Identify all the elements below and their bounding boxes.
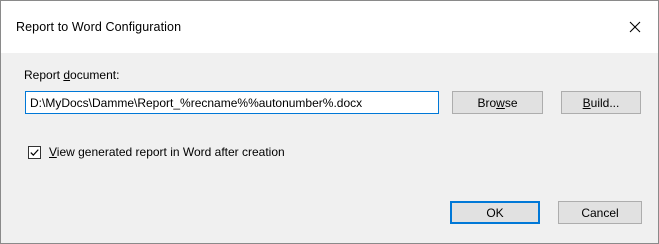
report-document-input[interactable] [25,91,439,114]
ok-button[interactable]: OK [450,201,540,224]
browse-mnemonic: w [496,95,505,110]
view-report-checkbox[interactable] [28,145,41,159]
build-button[interactable]: Build... [561,91,641,114]
browse-button[interactable]: Bro w se [452,91,543,114]
close-icon [629,21,641,33]
checkmark-icon [30,148,39,156]
title-bar: Report to Word Configuration [1,1,658,53]
report-document-label: Report document: [24,68,120,82]
cancel-button[interactable]: Cancel [558,201,642,224]
window-title: Report to Word Configuration [16,20,182,34]
close-button[interactable] [612,1,658,53]
build-mnemonic: B [582,95,591,110]
report-to-word-dialog: Report to Word Configuration Report docu… [0,0,659,244]
view-report-option[interactable]: View generated report in Word after crea… [28,145,285,159]
view-report-label: View generated report in Word after crea… [49,145,285,159]
